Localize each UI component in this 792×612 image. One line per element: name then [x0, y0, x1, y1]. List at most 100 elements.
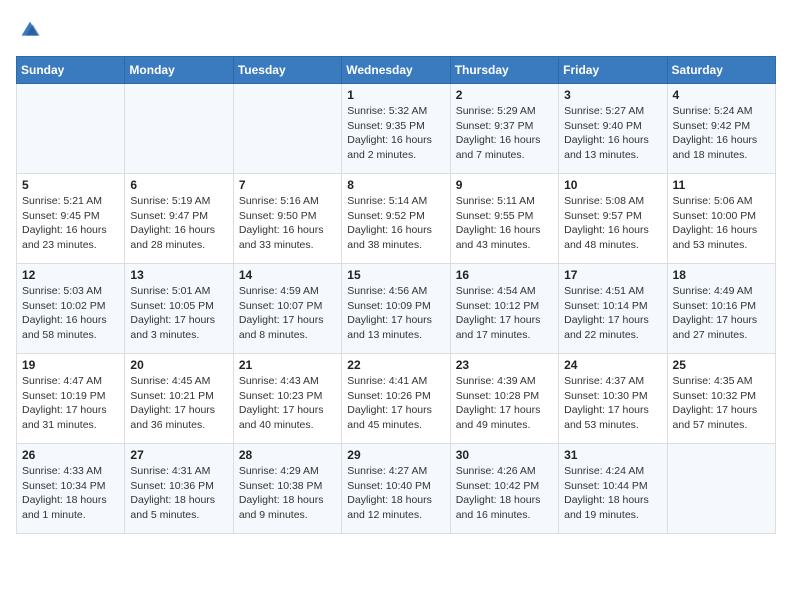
day-number: 21 [239, 358, 336, 372]
day-number: 6 [130, 178, 227, 192]
calendar-cell: 30 Sunrise: 4:26 AM Sunset: 10:42 PM Dayl… [450, 444, 558, 534]
calendar-cell: 27 Sunrise: 4:31 AM Sunset: 10:36 PM Dayl… [125, 444, 233, 534]
day-info: Sunrise: 5:14 AM Sunset: 9:52 PM Dayligh… [347, 194, 444, 253]
day-info: Sunrise: 4:51 AM Sunset: 10:14 PM Daylig… [564, 284, 661, 343]
day-number: 20 [130, 358, 227, 372]
page-header [16, 16, 776, 44]
calendar-cell: 15 Sunrise: 4:56 AM Sunset: 10:09 PM Dayl… [342, 264, 450, 354]
day-info: Sunrise: 4:31 AM Sunset: 10:36 PM Daylig… [130, 464, 227, 523]
day-info: Sunrise: 4:24 AM Sunset: 10:44 PM Daylig… [564, 464, 661, 523]
day-info: Sunrise: 4:59 AM Sunset: 10:07 PM Daylig… [239, 284, 336, 343]
day-info: Sunrise: 4:43 AM Sunset: 10:23 PM Daylig… [239, 374, 336, 433]
day-info: Sunrise: 5:24 AM Sunset: 9:42 PM Dayligh… [673, 104, 770, 163]
day-info: Sunrise: 5:06 AM Sunset: 10:00 PM Daylig… [673, 194, 770, 253]
day-number: 24 [564, 358, 661, 372]
day-info: Sunrise: 4:26 AM Sunset: 10:42 PM Daylig… [456, 464, 553, 523]
day-info: Sunrise: 4:45 AM Sunset: 10:21 PM Daylig… [130, 374, 227, 433]
day-number: 17 [564, 268, 661, 282]
day-number: 15 [347, 268, 444, 282]
calendar-cell: 14 Sunrise: 4:59 AM Sunset: 10:07 PM Dayl… [233, 264, 341, 354]
day-info: Sunrise: 5:29 AM Sunset: 9:37 PM Dayligh… [456, 104, 553, 163]
calendar-cell: 28Sunrise: 4:29 AM Sunset: 10:38 PM Dayl… [233, 444, 341, 534]
day-number: 22 [347, 358, 444, 372]
day-number: 19 [22, 358, 119, 372]
calendar-cell: 9Sunrise: 5:11 AM Sunset: 9:55 PM Daylig… [450, 174, 558, 264]
calendar-cell [667, 444, 775, 534]
logo-icon [16, 16, 44, 44]
day-number: 27 [130, 448, 227, 462]
day-info: Sunrise: 4:56 AM Sunset: 10:09 PM Daylig… [347, 284, 444, 343]
calendar-cell [17, 84, 125, 174]
calendar-cell: 18Sunrise: 4:49 AM Sunset: 10:16 PM Dayl… [667, 264, 775, 354]
day-number: 18 [673, 268, 770, 282]
calendar-cell: 17 Sunrise: 4:51 AM Sunset: 10:14 PM Dayl… [559, 264, 667, 354]
day-number: 3 [564, 88, 661, 102]
day-info: Sunrise: 5:01 AM Sunset: 10:05 PM Daylig… [130, 284, 227, 343]
day-info: Sunrise: 4:35 AM Sunset: 10:32 PM Daylig… [673, 374, 770, 433]
calendar-cell: 20 Sunrise: 4:45 AM Sunset: 10:21 PM Dayl… [125, 354, 233, 444]
week-row-4: 19 Sunrise: 4:47 AM Sunset: 10:19 PM Dayl… [17, 354, 776, 444]
week-row-2: 5 Sunrise: 5:21 AM Sunset: 9:45 PM Daylig… [17, 174, 776, 264]
calendar-cell: 2 Sunrise: 5:29 AM Sunset: 9:37 PM Daylig… [450, 84, 558, 174]
day-info: Sunrise: 4:33 AM Sunset: 10:34 PM Daylig… [22, 464, 119, 523]
day-number: 2 [456, 88, 553, 102]
day-number: 5 [22, 178, 119, 192]
logo [16, 16, 48, 44]
day-info: Sunrise: 5:11 AM Sunset: 9:55 PM Dayligh… [456, 194, 553, 253]
day-number: 29 [347, 448, 444, 462]
day-number: 13 [130, 268, 227, 282]
calendar-cell: 26 Sunrise: 4:33 AM Sunset: 10:34 PM Dayl… [17, 444, 125, 534]
day-number: 23 [456, 358, 553, 372]
calendar-cell [233, 84, 341, 174]
day-info: Sunrise: 4:47 AM Sunset: 10:19 PM Daylig… [22, 374, 119, 433]
calendar-cell: 22 Sunrise: 4:41 AM Sunset: 10:26 PM Dayl… [342, 354, 450, 444]
day-info: Sunrise: 4:54 AM Sunset: 10:12 PM Daylig… [456, 284, 553, 343]
day-number: 4 [673, 88, 770, 102]
day-info: Sunrise: 4:37 AM Sunset: 10:30 PM Daylig… [564, 374, 661, 433]
calendar-cell: 25 Sunrise: 4:35 AM Sunset: 10:32 PM Dayl… [667, 354, 775, 444]
calendar-cell: 24 Sunrise: 4:37 AM Sunset: 10:30 PM Dayl… [559, 354, 667, 444]
day-info: Sunrise: 5:08 AM Sunset: 9:57 PM Dayligh… [564, 194, 661, 253]
day-number: 11 [673, 178, 770, 192]
calendar-cell: 10 Sunrise: 5:08 AM Sunset: 9:57 PM Dayli… [559, 174, 667, 264]
calendar-cell: 21 Sunrise: 4:43 AM Sunset: 10:23 PM Dayl… [233, 354, 341, 444]
weekday-header-sunday: Sunday [17, 57, 125, 84]
day-info: Sunrise: 4:41 AM Sunset: 10:26 PM Daylig… [347, 374, 444, 433]
calendar-cell: 31 Sunrise: 4:24 AM Sunset: 10:44 PM Dayl… [559, 444, 667, 534]
day-info: Sunrise: 5:21 AM Sunset: 9:45 PM Dayligh… [22, 194, 119, 253]
day-info: Sunrise: 5:19 AM Sunset: 9:47 PM Dayligh… [130, 194, 227, 253]
calendar-cell: 4 Sunrise: 5:24 AM Sunset: 9:42 PM Daylig… [667, 84, 775, 174]
weekday-header-thursday: Thursday [450, 57, 558, 84]
day-info: Sunrise: 5:03 AM Sunset: 10:02 PM Daylig… [22, 284, 119, 343]
day-info: Sunrise: 4:39 AM Sunset: 10:28 PM Daylig… [456, 374, 553, 433]
day-info: Sunrise: 4:29 AM Sunset: 10:38 PM Daylig… [239, 464, 336, 523]
day-number: 7 [239, 178, 336, 192]
week-row-3: 12 Sunrise: 5:03 AM Sunset: 10:02 PM Dayl… [17, 264, 776, 354]
day-number: 14 [239, 268, 336, 282]
day-number: 26 [22, 448, 119, 462]
calendar-cell: 8 Sunrise: 5:14 AM Sunset: 9:52 PM Daylig… [342, 174, 450, 264]
weekday-header-wednesday: Wednesday [342, 57, 450, 84]
calendar-cell: 1Sunrise: 5:32 AM Sunset: 9:35 PM Daylig… [342, 84, 450, 174]
day-number: 10 [564, 178, 661, 192]
day-number: 8 [347, 178, 444, 192]
week-row-5: 26 Sunrise: 4:33 AM Sunset: 10:34 PM Dayl… [17, 444, 776, 534]
calendar-cell: 5 Sunrise: 5:21 AM Sunset: 9:45 PM Daylig… [17, 174, 125, 264]
calendar-cell: 11 Sunrise: 5:06 AM Sunset: 10:00 PM Dayl… [667, 174, 775, 264]
day-number: 1 [347, 88, 444, 102]
day-number: 30 [456, 448, 553, 462]
calendar-cell: 19 Sunrise: 4:47 AM Sunset: 10:19 PM Dayl… [17, 354, 125, 444]
calendar-cell: 29Sunrise: 4:27 AM Sunset: 10:40 PM Dayl… [342, 444, 450, 534]
weekday-header-friday: Friday [559, 57, 667, 84]
week-row-1: 1Sunrise: 5:32 AM Sunset: 9:35 PM Daylig… [17, 84, 776, 174]
calendar-cell: 13 Sunrise: 5:01 AM Sunset: 10:05 PM Dayl… [125, 264, 233, 354]
day-number: 25 [673, 358, 770, 372]
calendar-cell: 16 Sunrise: 4:54 AM Sunset: 10:12 PM Dayl… [450, 264, 558, 354]
day-number: 12 [22, 268, 119, 282]
day-number: 31 [564, 448, 661, 462]
day-number: 16 [456, 268, 553, 282]
weekday-header-tuesday: Tuesday [233, 57, 341, 84]
calendar-cell: 23 Sunrise: 4:39 AM Sunset: 10:28 PM Dayl… [450, 354, 558, 444]
day-info: Sunrise: 5:16 AM Sunset: 9:50 PM Dayligh… [239, 194, 336, 253]
weekday-header-saturday: Saturday [667, 57, 775, 84]
